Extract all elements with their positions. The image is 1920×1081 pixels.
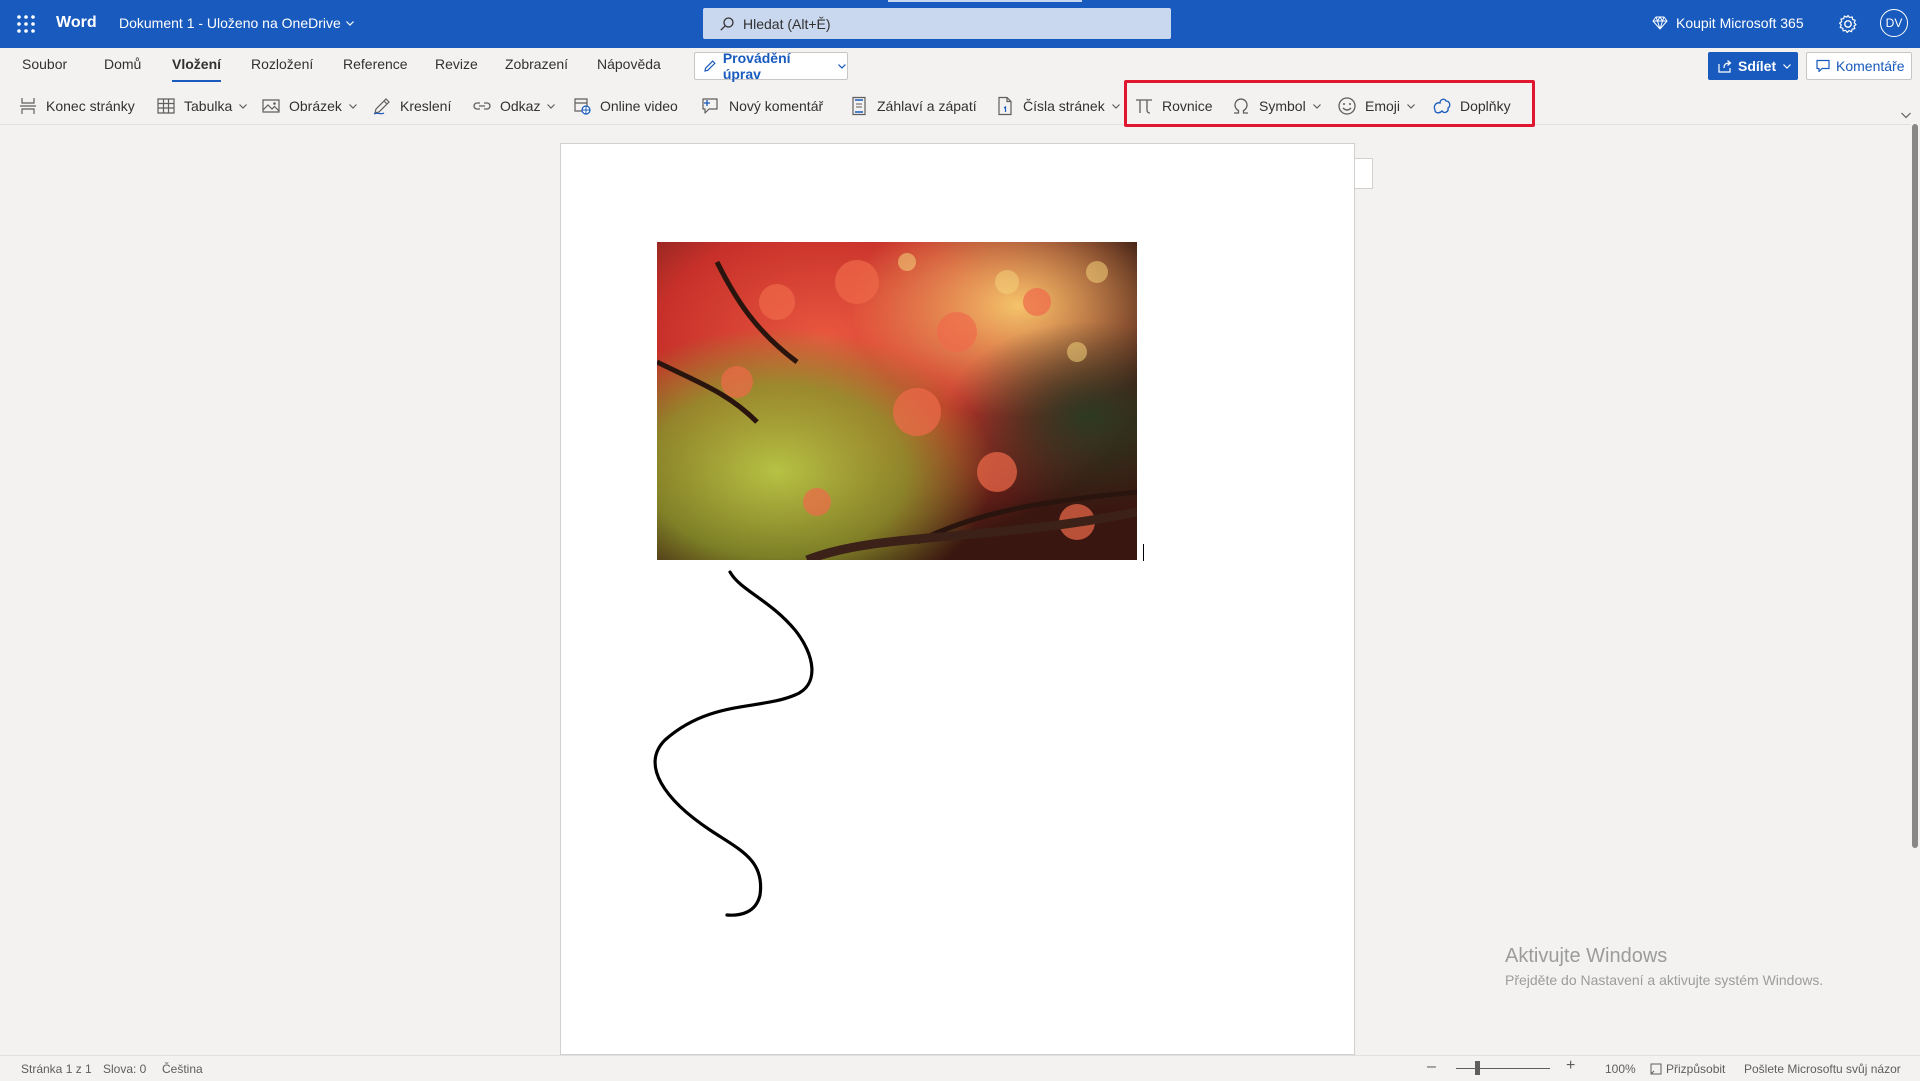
- chevron-down-icon: [1111, 104, 1120, 109]
- chevron-down-icon: [547, 104, 556, 109]
- tab-domu[interactable]: Domů: [104, 56, 141, 72]
- feedback-link[interactable]: Pošlete Microsoftu svůj názor: [1744, 1062, 1901, 1076]
- collapse-ribbon-chevron-icon[interactable]: [1900, 110, 1912, 120]
- page-numbers-icon: [998, 96, 1012, 116]
- table-label: Tabulka: [184, 98, 233, 114]
- app-launcher-icon[interactable]: [14, 12, 38, 36]
- ribbon-tabs: Soubor Domů Vložení Rozložení Reference …: [0, 48, 1920, 84]
- fit-button[interactable]: Přizpůsobit: [1650, 1062, 1725, 1076]
- new-comment-label: Nový komentář: [729, 98, 824, 114]
- picture-button[interactable]: Obrázek: [261, 88, 358, 124]
- chevron-down-icon: [239, 104, 248, 109]
- search-accent: [888, 0, 1082, 2]
- header-footer-button[interactable]: Záhlaví a zápatí: [849, 88, 977, 124]
- chevron-down-icon: [1783, 64, 1792, 69]
- page-break-button[interactable]: Konec stránky: [18, 88, 135, 124]
- activate-windows-watermark: Aktivujte Windows Přejděte do Nastavení …: [1505, 945, 1823, 988]
- fit-label: Přizpůsobit: [1666, 1062, 1726, 1076]
- ribbon: Soubor Domů Vložení Rozložení Reference …: [0, 48, 1920, 125]
- chevron-down-icon: [348, 104, 357, 109]
- header-footer-icon: [852, 96, 866, 116]
- buy-microsoft-365-link[interactable]: Koupit Microsoft 365: [1652, 15, 1804, 31]
- tab-soubor[interactable]: Soubor: [22, 56, 67, 72]
- insert-toolbar: Konec stránky Tabulka Obrázek Kreslení O…: [0, 88, 1920, 124]
- text-cursor: [1143, 544, 1144, 561]
- share-label: Sdílet: [1738, 58, 1777, 74]
- status-bar: Stránka 1 z 1 Slova: 0 Čeština – + 100% …: [0, 1055, 1920, 1081]
- table-button[interactable]: Tabulka: [156, 88, 248, 124]
- table-icon: [157, 98, 175, 114]
- ink-drawing-stroke[interactable]: [640, 560, 840, 920]
- app-name[interactable]: Word: [56, 14, 97, 32]
- watermark-subtitle: Přejděte do Nastavení a aktivujte systém…: [1505, 972, 1824, 988]
- word-count[interactable]: Slova: 0: [103, 1062, 146, 1076]
- tab-revize[interactable]: Revize: [435, 56, 478, 72]
- comments-button[interactable]: Komentáře: [1806, 52, 1912, 80]
- drawing-button[interactable]: Kreslení: [372, 88, 451, 124]
- autumn-maple-photo[interactable]: [657, 242, 1137, 560]
- new-comment-button[interactable]: Nový komentář: [701, 88, 823, 124]
- new-comment-icon: [702, 98, 718, 114]
- chevron-down-icon: [838, 64, 846, 69]
- online-video-label: Online video: [600, 98, 678, 114]
- link-button[interactable]: Odkaz: [472, 88, 556, 124]
- page-numbers-label: Čísla stránek: [1023, 98, 1105, 114]
- tab-reference[interactable]: Reference: [343, 56, 408, 72]
- comment-margin-tab: [1355, 158, 1373, 189]
- comment-icon: [1816, 59, 1830, 73]
- tab-napoveda[interactable]: Nápověda: [597, 56, 661, 72]
- pencil-icon: [704, 60, 716, 72]
- maple-leaves-image: [657, 242, 1137, 560]
- zoom-out-button[interactable]: –: [1427, 1058, 1436, 1076]
- link-label: Odkaz: [500, 98, 541, 114]
- search-icon: [720, 16, 734, 31]
- online-video-icon: [574, 98, 591, 115]
- zoom-level[interactable]: 100%: [1605, 1062, 1636, 1076]
- page-numbers-button[interactable]: Čísla stránek: [995, 88, 1121, 124]
- share-icon: [1718, 60, 1732, 73]
- tab-zobrazeni[interactable]: Zobrazení: [505, 56, 568, 72]
- document-title[interactable]: Dokument 1 - Uloženo na OneDrive: [119, 15, 355, 31]
- editing-mode-dropdown[interactable]: Provádění úprav: [694, 50, 848, 82]
- vertical-scrollbar[interactable]: [1910, 124, 1920, 1058]
- drawing-label: Kreslení: [400, 98, 452, 114]
- zoom-in-button[interactable]: +: [1566, 1057, 1575, 1075]
- drawing-icon: [373, 98, 390, 115]
- zoom-slider-thumb[interactable]: [1475, 1061, 1480, 1075]
- diamond-icon: [1652, 16, 1668, 30]
- title-bar: Word Dokument 1 - Uloženo na OneDrive Hl…: [0, 0, 1920, 48]
- language-indicator[interactable]: Čeština: [162, 1062, 203, 1076]
- page-count[interactable]: Stránka 1 z 1: [21, 1062, 92, 1076]
- editing-mode-label: Provádění úprav: [722, 50, 791, 82]
- share-button[interactable]: Sdílet: [1708, 52, 1798, 80]
- online-video-button[interactable]: Online video: [572, 88, 678, 124]
- scrollbar-thumb[interactable]: [1912, 124, 1918, 848]
- zoom-slider-track[interactable]: [1456, 1068, 1550, 1069]
- document-title-text: Dokument 1 - Uloženo na OneDrive: [119, 15, 341, 31]
- chevron-down-icon: [345, 21, 354, 26]
- picture-icon: [262, 99, 280, 113]
- page-break-label: Konec stránky: [46, 98, 135, 114]
- tab-vlozeni[interactable]: Vložení: [172, 56, 222, 82]
- highlight-rectangle: [1124, 80, 1535, 127]
- settings-gear-icon[interactable]: [1837, 13, 1859, 35]
- buy-label: Koupit Microsoft 365: [1676, 15, 1804, 31]
- user-avatar[interactable]: DV: [1880, 9, 1908, 37]
- link-icon: [473, 102, 491, 110]
- comments-label: Komentáře: [1836, 58, 1905, 74]
- fit-page-icon: [1650, 1063, 1662, 1075]
- search-box[interactable]: Hledat (Alt+Ě): [703, 8, 1171, 39]
- page-break-icon: [20, 98, 36, 114]
- header-footer-label: Záhlaví a zápatí: [877, 98, 977, 114]
- picture-label: Obrázek: [289, 98, 342, 114]
- search-placeholder: Hledat (Alt+Ě): [743, 15, 831, 32]
- watermark-title: Aktivujte Windows: [1505, 945, 1668, 967]
- tab-rozlozeni[interactable]: Rozložení: [251, 56, 313, 72]
